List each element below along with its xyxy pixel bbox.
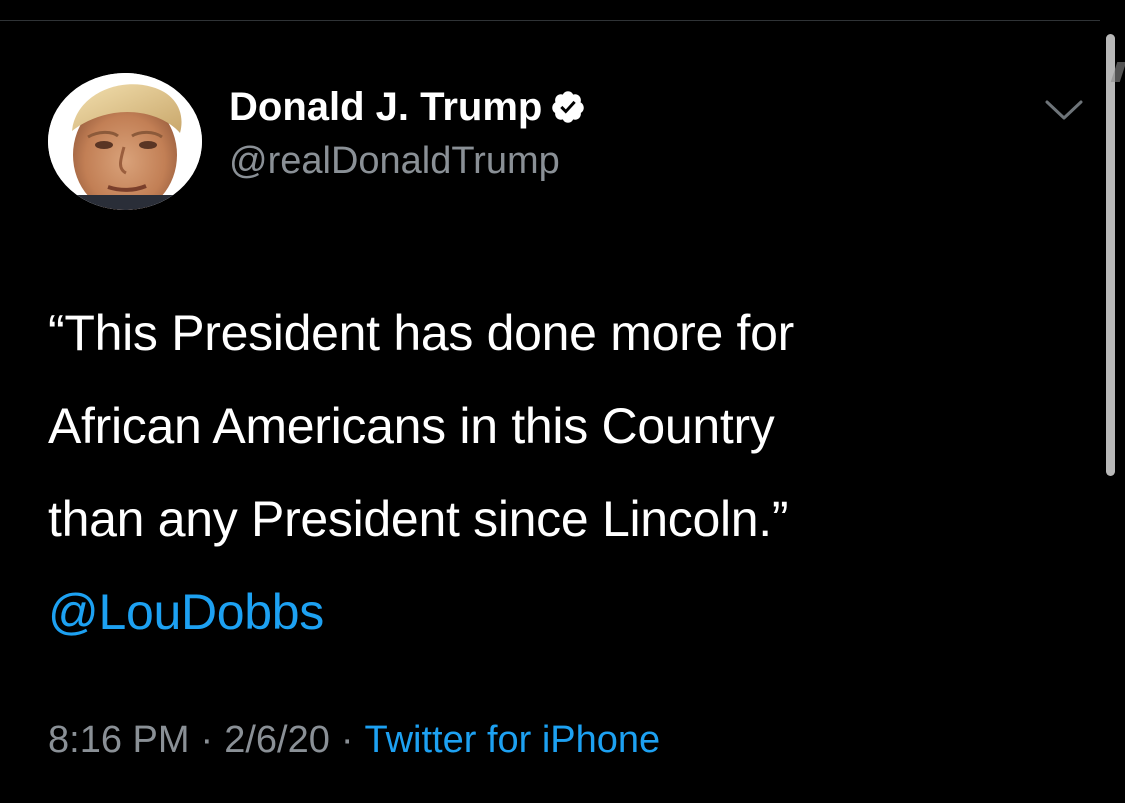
top-divider	[0, 20, 1100, 21]
meta-separator: ·	[200, 719, 214, 761]
chevron-down-icon[interactable]	[1044, 93, 1084, 127]
tweet-metadata: 8:16 PM · 2/6/20 · Twitter for iPhone	[48, 717, 660, 763]
tweet-date[interactable]: 2/6/20	[224, 719, 330, 761]
avatar-photo	[48, 73, 202, 210]
scrollbar-thumb[interactable]	[1106, 34, 1115, 476]
tweet-body: “This President has done more for Africa…	[48, 287, 1088, 659]
tweet-text-line: “This President has done more for	[48, 305, 795, 361]
verified-badge-icon	[550, 89, 586, 125]
author-display-name[interactable]: Donald J. Trump	[229, 83, 542, 131]
avatar[interactable]	[48, 73, 202, 210]
tweet-source-link[interactable]: Twitter for iPhone	[365, 719, 661, 761]
tweet-time[interactable]: 8:16 PM	[48, 719, 190, 761]
tweet-header: Donald J. Trump @realDonaldTrump	[48, 73, 1083, 211]
mention-link[interactable]: @LouDobbs	[48, 566, 1088, 659]
tweet-text-line: African Americans in this Country	[48, 398, 775, 454]
tweet-text-line: than any President since Lincoln.”	[48, 491, 789, 547]
author-name-row[interactable]: Donald J. Trump	[229, 83, 586, 131]
meta-separator: ·	[340, 719, 354, 761]
author-handle[interactable]: @realDonaldTrump	[229, 138, 560, 184]
